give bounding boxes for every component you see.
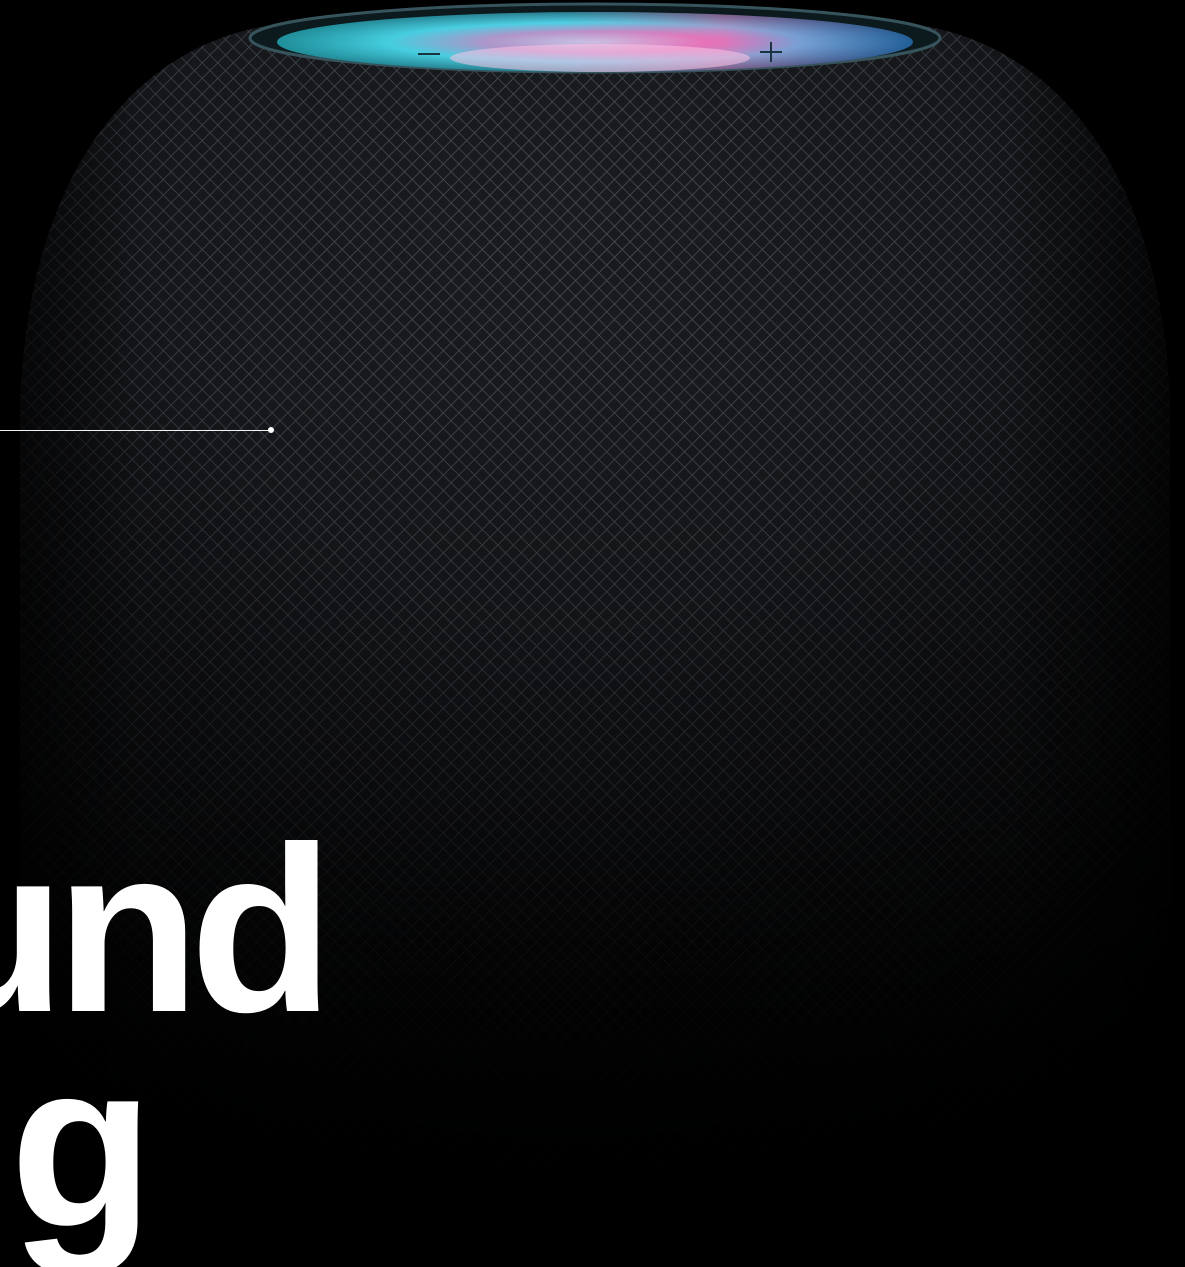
headline-line-2: g [9, 1013, 154, 1267]
hero-headline: und g [0, 812, 420, 1267]
callout-dot [268, 427, 274, 433]
callout-line [0, 430, 270, 431]
hero-stage: und g [0, 0, 1185, 1267]
